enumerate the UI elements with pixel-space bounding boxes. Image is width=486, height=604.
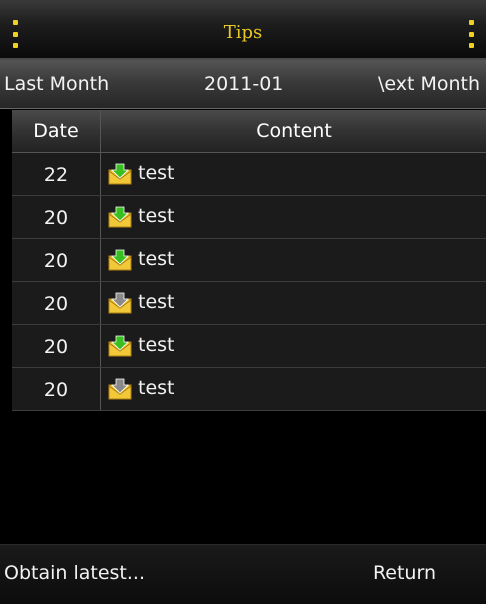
envelope-grey-arrow-icon	[108, 378, 132, 400]
last-month-button[interactable]: Last Month	[4, 73, 109, 95]
month-navigation: Last Month 2011-01 \ext Month	[0, 60, 486, 109]
title-bar: Tips	[0, 0, 486, 60]
row-content: test	[138, 377, 175, 399]
column-divider	[100, 110, 101, 152]
envelope-grey-arrow-icon	[108, 292, 132, 314]
obtain-latest-button[interactable]: Obtain latest...	[4, 562, 145, 584]
content-column-header: Content	[256, 120, 332, 142]
next-month-button[interactable]: \ext Month	[378, 73, 480, 95]
current-month: 2011-01	[204, 73, 284, 95]
table-row[interactable]: 20 test	[12, 325, 486, 368]
table-row[interactable]: 20 test	[12, 239, 486, 282]
table-row[interactable]: 20 test	[12, 282, 486, 325]
return-button[interactable]: Return	[373, 562, 436, 584]
row-content: test	[138, 291, 175, 313]
table-row[interactable]: 20 test	[12, 196, 486, 239]
table-row[interactable]: 22 test	[12, 153, 486, 196]
row-content: test	[138, 162, 175, 184]
column-divider	[100, 153, 101, 195]
page-title: Tips	[223, 22, 263, 43]
date-column-header: Date	[33, 120, 79, 142]
envelope-green-arrow-icon	[108, 249, 132, 271]
softkey-bar: Obtain latest... Return	[0, 544, 486, 604]
envelope-green-arrow-icon	[108, 163, 132, 185]
column-divider	[100, 239, 101, 281]
envelope-green-arrow-icon	[108, 206, 132, 228]
column-divider	[100, 368, 101, 410]
tips-screen: Tips Last Month 2011-01 \ext Month Date …	[0, 0, 486, 604]
row-date: 20	[43, 207, 69, 229]
row-date: 20	[43, 250, 69, 272]
table-row[interactable]: 20 test	[12, 368, 486, 411]
column-divider	[100, 325, 101, 367]
row-date: 22	[43, 164, 69, 186]
table-header: Date Content	[12, 110, 486, 153]
column-divider	[100, 282, 101, 324]
envelope-green-arrow-icon	[108, 335, 132, 357]
row-content: test	[138, 205, 175, 227]
row-content: test	[138, 248, 175, 270]
tips-table: Date Content 22 test 20 test 20 test 20 test 20 t…	[12, 110, 486, 411]
row-content: test	[138, 334, 175, 356]
right-menu-icon[interactable]	[468, 20, 474, 48]
row-date: 20	[43, 336, 69, 358]
column-divider	[100, 196, 101, 238]
row-date: 20	[43, 293, 69, 315]
row-date: 20	[43, 379, 69, 401]
